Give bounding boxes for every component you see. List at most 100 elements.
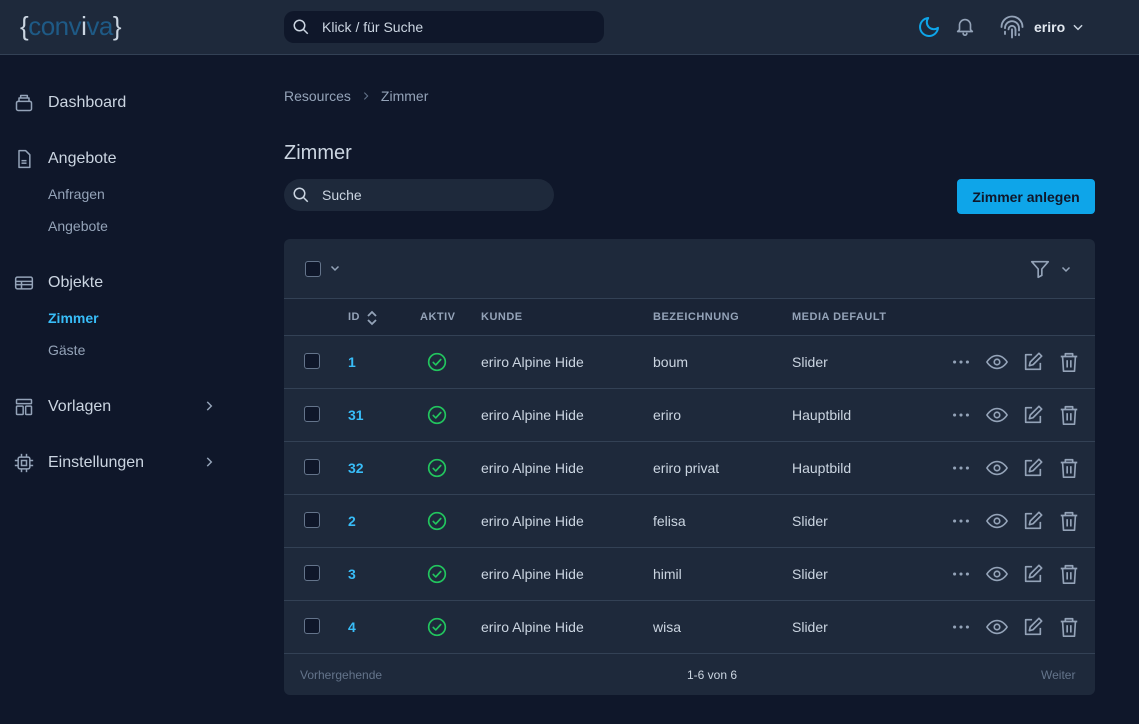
row-media-default: Slider — [792, 354, 828, 370]
column-media-default: MEDIA DEFAULT — [792, 311, 887, 323]
edit-icon[interactable] — [1022, 351, 1044, 373]
moon-icon[interactable] — [917, 15, 941, 39]
sidebar-item-zimmer[interactable]: Zimmer — [48, 310, 99, 326]
table-row[interactable]: 31 eriro Alpine Hide eriro Hauptbild — [284, 389, 1095, 442]
page-title: Zimmer — [284, 142, 352, 164]
row-id-link[interactable]: 4 — [348, 619, 356, 635]
chevron-right-icon — [206, 457, 213, 467]
next-page-button[interactable]: Weiter — [1041, 668, 1075, 682]
row-kunde: eriro Alpine Hide — [481, 407, 584, 423]
create-room-button[interactable]: Zimmer anlegen — [957, 179, 1095, 214]
chevron-down-icon[interactable] — [329, 262, 341, 274]
more-icon[interactable] — [950, 404, 972, 426]
sidebar-item-label: Objekte — [48, 274, 104, 291]
row-media-default: Slider — [792, 566, 828, 582]
global-search[interactable] — [284, 11, 604, 43]
list-search[interactable] — [284, 179, 554, 211]
row-kunde: eriro Alpine Hide — [481, 566, 584, 582]
row-checkbox[interactable] — [304, 618, 320, 634]
table-row[interactable]: 1 eriro Alpine Hide boum Slider — [284, 336, 1095, 389]
row-bezeichnung: boum — [653, 354, 689, 370]
check-circle-icon — [427, 511, 447, 531]
list-search-input[interactable] — [322, 179, 542, 211]
edit-icon[interactable] — [1022, 457, 1044, 479]
row-id-link[interactable]: 3 — [348, 566, 356, 582]
sidebar-item-dashboard[interactable]: Dashboard — [14, 92, 214, 114]
check-circle-icon — [427, 617, 447, 637]
more-icon[interactable] — [950, 457, 972, 479]
check-circle-icon — [427, 352, 447, 372]
search-icon — [293, 187, 309, 203]
chevron-right-icon — [206, 401, 213, 411]
more-icon[interactable] — [950, 563, 972, 585]
check-circle-icon — [427, 405, 447, 425]
row-bezeichnung: wisa — [653, 619, 682, 635]
sidebar-item-objekte[interactable]: Objekte — [14, 272, 214, 294]
row-id-link[interactable]: 1 — [348, 354, 356, 370]
sidebar-item-label: Einstellungen — [48, 454, 145, 471]
eye-icon[interactable] — [986, 616, 1008, 638]
table-row[interactable]: 32 eriro Alpine Hide eriro privat Hauptb… — [284, 442, 1095, 495]
sidebar-item-anfragen[interactable]: Anfragen — [48, 186, 105, 202]
eye-icon[interactable] — [986, 563, 1008, 585]
table-row[interactable]: 2 eriro Alpine Hide felisa Slider — [284, 495, 1095, 548]
row-checkbox[interactable] — [304, 406, 320, 422]
row-checkbox[interactable] — [304, 512, 320, 528]
row-id-link[interactable]: 32 — [348, 460, 364, 476]
trash-icon[interactable] — [1058, 616, 1080, 638]
table-row[interactable]: 3 eriro Alpine Hide himil Slider — [284, 548, 1095, 601]
sidebar-item-angebote-sub[interactable]: Angebote — [48, 218, 108, 234]
row-checkbox[interactable] — [304, 565, 320, 581]
edit-icon[interactable] — [1022, 616, 1044, 638]
global-search-input[interactable] — [322, 11, 592, 43]
table-row[interactable]: 4 eriro Alpine Hide wisa Slider — [284, 601, 1095, 654]
more-icon[interactable] — [950, 351, 972, 373]
filter-icon[interactable] — [1029, 258, 1051, 280]
previous-page-button[interactable]: Vorhergehende — [300, 668, 382, 682]
breadcrumb-resources[interactable]: Resources — [284, 88, 351, 104]
eye-icon[interactable] — [986, 351, 1008, 373]
fingerprint-icon — [1000, 15, 1024, 39]
row-kunde: eriro Alpine Hide — [481, 354, 584, 370]
column-id[interactable]: ID — [348, 311, 360, 323]
row-media-default: Slider — [792, 513, 828, 529]
trash-icon[interactable] — [1058, 404, 1080, 426]
eye-icon[interactable] — [986, 404, 1008, 426]
row-bezeichnung: eriro privat — [653, 460, 720, 476]
sidebar-item-einstellungen[interactable]: Einstellungen — [14, 452, 214, 474]
search-icon — [293, 19, 309, 35]
chevron-right-icon — [363, 92, 369, 100]
table-icon — [14, 276, 34, 290]
eye-icon[interactable] — [986, 457, 1008, 479]
trash-icon[interactable] — [1058, 510, 1080, 532]
row-checkbox[interactable] — [304, 353, 320, 369]
select-all-checkbox[interactable] — [305, 261, 321, 277]
trash-icon[interactable] — [1058, 563, 1080, 585]
row-media-default: Slider — [792, 619, 828, 635]
edit-icon[interactable] — [1022, 510, 1044, 532]
user-menu[interactable]: eriro — [998, 13, 1085, 41]
eye-icon[interactable] — [986, 510, 1008, 532]
sidebar-item-vorlagen[interactable]: Vorlagen — [14, 396, 214, 418]
breadcrumb: Resources Zimmer — [284, 88, 428, 104]
bell-icon[interactable] — [954, 15, 976, 37]
column-bezeichnung: BEZEICHNUNG — [653, 311, 740, 323]
more-icon[interactable] — [950, 616, 972, 638]
row-id-link[interactable]: 31 — [348, 407, 364, 423]
sidebar-item-gaeste[interactable]: Gäste — [48, 342, 85, 358]
sidebar-item-label: Angebote — [48, 150, 117, 167]
trash-icon[interactable] — [1058, 457, 1080, 479]
more-icon[interactable] — [950, 510, 972, 532]
row-id-link[interactable]: 2 — [348, 513, 356, 529]
sort-icon[interactable] — [366, 310, 378, 326]
chevron-down-icon[interactable] — [1060, 263, 1072, 275]
user-name: eriro — [1034, 19, 1066, 35]
row-checkbox[interactable] — [304, 459, 320, 475]
sidebar-item-angebote[interactable]: Angebote — [14, 148, 214, 170]
trash-icon[interactable] — [1058, 351, 1080, 373]
breadcrumb-current: Zimmer — [380, 88, 429, 104]
table-header: ID AKTIV KUNDE BEZEICHNUNG MEDIA DEFAULT — [284, 299, 1095, 336]
edit-icon[interactable] — [1022, 404, 1044, 426]
logo[interactable]: {conviva} — [20, 11, 122, 41]
edit-icon[interactable] — [1022, 563, 1044, 585]
